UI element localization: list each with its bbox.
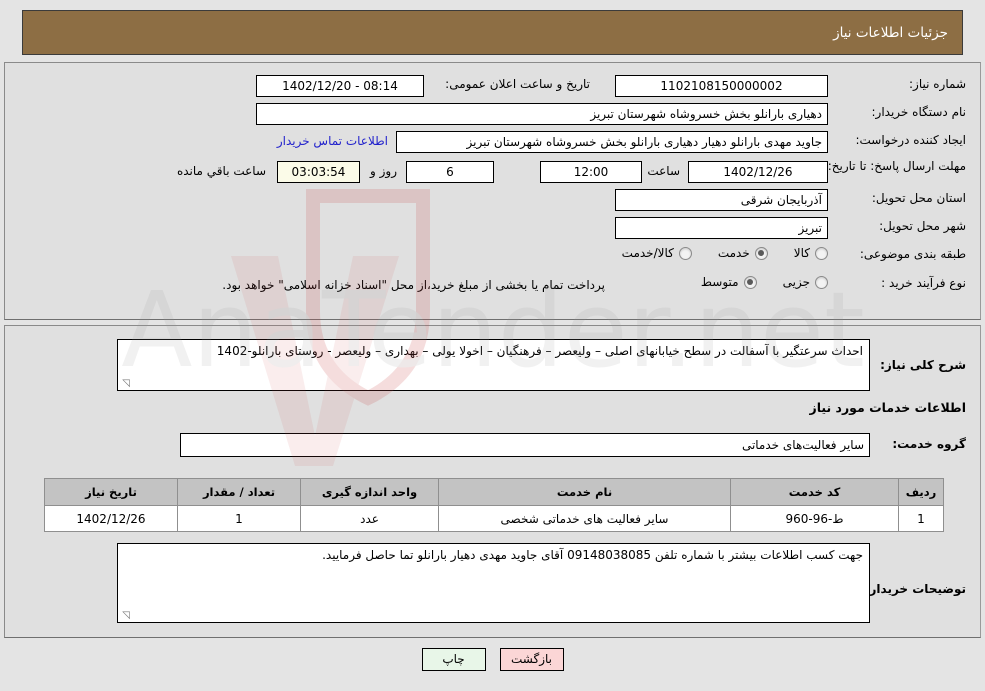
category-radio-group: کالا خدمت کالا/خدمت — [596, 246, 828, 260]
action-buttons: بازگشت چاپ — [0, 648, 985, 671]
category-option-service[interactable]: خدمت — [718, 246, 768, 260]
resize-grip-icon[interactable]: ◹ — [120, 379, 130, 389]
days-remaining-value: 6 — [406, 161, 494, 183]
col-date: تاریخ نیاز — [44, 478, 178, 506]
summary-text: احداث سرعتگیر با آسفالت در سطح خیابانهای… — [216, 344, 863, 358]
deadline-label: مهلت ارسال پاسخ: تا تاریخ: — [827, 159, 966, 173]
need-number-label: شماره نیاز: — [909, 77, 966, 91]
page-title-bar: جزئیات اطلاعات نیاز — [22, 10, 963, 55]
resize-grip-icon[interactable]: ◹ — [120, 611, 130, 621]
radio-icon[interactable] — [678, 246, 692, 260]
back-button[interactable]: بازگشت — [499, 648, 564, 671]
cell-quantity: 1 — [177, 505, 301, 532]
service-group-value: سایر فعالیت‌های خدماتی — [180, 433, 870, 457]
cell-index: 1 — [898, 505, 944, 532]
process-option-minor[interactable]: جزیی — [783, 275, 828, 289]
row-city: شهر محل تحویل: — [879, 219, 966, 233]
process-label: نوع فرآیند خرید : — [881, 276, 966, 290]
treasury-note: پرداخت تمام یا بخشی از مبلغ خرید،از محل … — [222, 278, 605, 292]
province-value: آذربایجان شرقی — [615, 189, 828, 211]
row-buyer-org: نام دستگاه خریدار: — [872, 105, 967, 119]
row-announce: تاریخ و ساعت اعلان عمومی: — [445, 77, 590, 91]
city-value: تبریز — [615, 217, 828, 239]
remaining-label: ساعت باقي مانده — [176, 164, 266, 178]
radio-icon[interactable] — [815, 246, 828, 260]
days-label: روز و — [370, 164, 397, 178]
city-label: شهر محل تحویل: — [879, 219, 966, 233]
radio-icon[interactable] — [815, 275, 828, 289]
col-name: نام خدمت — [438, 478, 731, 506]
deadline-date-value: 1402/12/26 — [688, 161, 828, 183]
services-table: ردیف کد خدمت نام خدمت واحد اندازه گیری ت… — [44, 478, 944, 532]
print-button[interactable]: چاپ — [421, 648, 486, 671]
hour-label: ساعت — [647, 164, 680, 178]
radio-icon[interactable] — [743, 275, 757, 289]
row-need-number: شماره نیاز: — [909, 77, 966, 91]
cell-date: 1402/12/26 — [44, 505, 178, 532]
buyer-contact-link[interactable]: اطلاعات تماس خریدار — [277, 134, 388, 148]
col-code: کد خدمت — [730, 478, 899, 506]
services-section-title: اطلاعات خدمات مورد نیاز — [809, 400, 967, 415]
category-label: طبقه بندی موضوعی: — [859, 247, 966, 261]
cell-unit: عدد — [300, 505, 439, 532]
process-radio-group: جزیی متوسط — [675, 275, 828, 289]
summary-textarea[interactable]: احداث سرعتگیر با آسفالت در سطح خیابانهای… — [117, 339, 870, 391]
requester-value: جاوید مهدی بارانلو دهیار دهیاری بارانلو … — [396, 131, 828, 153]
page-root: جزئیات اطلاعات نیاز شماره نیاز: 11021081… — [0, 0, 985, 691]
table-header-row: ردیف کد خدمت نام خدمت واحد اندازه گیری ت… — [44, 478, 944, 506]
row-deadline: مهلت ارسال پاسخ: تا تاریخ: — [828, 159, 966, 174]
summary-label: شرح کلی نیاز: — [880, 358, 966, 372]
col-index: ردیف — [898, 478, 944, 506]
need-details-panel: شرح کلی نیاز: احداث سرعتگیر با آسفالت در… — [4, 325, 981, 638]
announce-value: 08:14 - 1402/12/20 — [256, 75, 424, 97]
announce-label: تاریخ و ساعت اعلان عمومی: — [445, 77, 590, 91]
cell-name: سایر فعالیت های خدماتی شخصی — [438, 505, 731, 532]
service-group-label: گروه خدمت: — [892, 437, 966, 451]
row-province: استان محل تحویل: — [872, 191, 966, 205]
cell-code: ط-96-960 — [730, 505, 899, 532]
row-requester: ایجاد کننده درخواست: — [855, 133, 966, 147]
col-unit: واحد اندازه گیری — [300, 478, 439, 506]
buyer-notes-textarea[interactable]: جهت کسب اطلاعات بیشتر با شماره تلفن 0914… — [117, 543, 870, 623]
table-row: 1 ط-96-960 سایر فعالیت های خدماتی شخصی ع… — [44, 505, 944, 532]
hour-value: 12:00 — [540, 161, 642, 183]
row-process: نوع فرآیند خرید : — [881, 276, 966, 290]
buyer-notes-text: جهت کسب اطلاعات بیشتر با شماره تلفن 0914… — [322, 548, 863, 562]
radio-icon[interactable] — [754, 246, 768, 260]
page-title: جزئیات اطلاعات نیاز — [833, 24, 948, 41]
row-category: طبقه بندی موضوعی: — [860, 247, 966, 261]
buyer-notes-label: توضیحات خریدار: — [864, 582, 966, 596]
need-summary-panel: شماره نیاز: 1102108150000002 تاریخ و ساع… — [4, 62, 981, 320]
need-number-value: 1102108150000002 — [615, 75, 828, 97]
buyer-org-label: نام دستگاه خریدار: — [871, 105, 967, 119]
col-quantity: تعداد / مقدار — [177, 478, 301, 506]
countdown-timer: 03:03:54 — [277, 161, 360, 183]
category-option-goods-service[interactable]: کالا/خدمت — [622, 246, 692, 260]
category-option-goods[interactable]: کالا — [794, 246, 828, 260]
buyer-org-value: دهیاری بارانلو بخش خسروشاه شهرستان تبریز — [256, 103, 828, 125]
requester-label: ایجاد کننده درخواست: — [855, 133, 966, 147]
province-label: استان محل تحویل: — [871, 191, 966, 205]
process-option-medium[interactable]: متوسط — [701, 275, 757, 289]
